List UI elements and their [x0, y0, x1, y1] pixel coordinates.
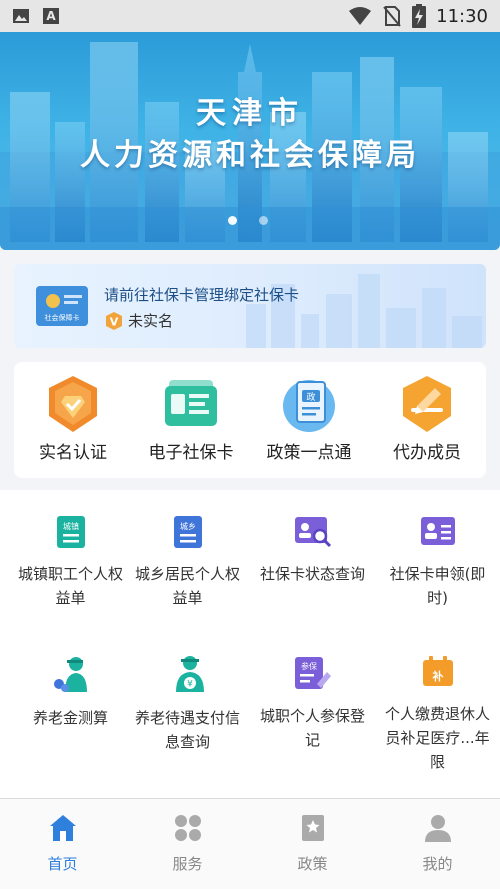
carousel-indicator[interactable] — [228, 216, 268, 225]
card-status-search-icon — [294, 517, 331, 548]
social-security-card-icon: 社会保障卡 — [36, 286, 88, 326]
svg-text:城镇: 城镇 — [63, 521, 79, 531]
banner-carousel[interactable]: 天津市 人力资源和社会保障局 — [0, 32, 500, 250]
svg-text:补: 补 — [431, 669, 443, 683]
service-label: 城镇职工个人权益单 — [17, 565, 123, 607]
tab-profile[interactable]: 我的 — [375, 813, 500, 874]
tab-label: 我的 — [422, 855, 453, 873]
services-icon — [174, 815, 201, 841]
quick-action-label: 政策一点通 — [266, 443, 352, 463]
bottom-tab-bar: 首页 服务 政策 我的 — [0, 798, 500, 889]
v-badge-icon: V — [106, 311, 122, 330]
verification-status: V 未实名 — [104, 310, 173, 331]
medical-supplement-icon: 补 — [422, 656, 453, 686]
banner-title-line2: 人力资源和社会保障局 — [80, 138, 420, 173]
proxy-edit-icon — [403, 376, 451, 432]
tab-label: 服务 — [172, 855, 203, 873]
service-label: 养老金测算 — [32, 709, 108, 727]
tab-label: 首页 — [47, 855, 78, 873]
banner-title-line1: 天津市 — [196, 96, 304, 131]
service-label: 个人缴费退休人员补足医疗...年限 — [384, 705, 490, 771]
quick-action-label: 代办成员 — [393, 443, 461, 463]
service-label: 社保卡状态查询 — [259, 565, 365, 583]
service-rural-statement[interactable]: 城乡 城乡居民个人权益单 — [125, 514, 250, 610]
service-label: 城职个人参保登记 — [259, 707, 365, 749]
verification-status-text: 未实名 — [128, 312, 174, 330]
urban-statement-icon: 城镇 — [56, 516, 85, 548]
bind-card-notice[interactable]: 社会保障卡 请前往社保卡管理绑定社保卡 V 未实名 — [14, 264, 486, 348]
service-urban-statement[interactable]: 城镇 城镇职工个人权益单 — [8, 514, 133, 610]
carousel-dot-2[interactable] — [259, 216, 268, 225]
svg-text:V: V — [110, 315, 119, 328]
card-label: 社会保障卡 — [45, 313, 80, 322]
svg-text:A: A — [46, 9, 56, 23]
service-pension-payment-query[interactable]: ¥ 养老待遇支付信息查询 — [125, 654, 250, 754]
verified-shield-icon — [49, 376, 97, 432]
svg-text:城乡: 城乡 — [180, 522, 196, 531]
clock: 11:30 — [436, 5, 488, 27]
svg-text:¥: ¥ — [187, 680, 193, 690]
service-label: 养老待遇支付信息查询 — [134, 709, 240, 751]
pension-payment-icon: ¥ — [175, 656, 204, 692]
service-medical-supplement[interactable]: 补 个人缴费退休人员补足医疗...年限 — [375, 654, 500, 774]
insurance-register-icon: 参保 — [294, 657, 331, 689]
rural-statement-icon: 城乡 — [173, 516, 202, 548]
profile-icon — [424, 815, 451, 842]
a-letter-icon: A — [43, 8, 59, 24]
tab-policy[interactable]: 政策 — [250, 813, 375, 874]
pension-calc-icon — [53, 657, 87, 692]
image-icon — [13, 9, 29, 23]
service-card-apply[interactable]: 社保卡申领(即时) — [375, 514, 500, 610]
card-apply-icon — [420, 517, 455, 545]
quick-action-label: 电子社保卡 — [148, 443, 234, 463]
quick-action-proxy-members[interactable]: 代办成员 — [368, 374, 486, 463]
service-insurance-register[interactable]: 参保 城职个人参保登记 — [250, 654, 375, 752]
quick-actions-panel: 实名认证 电子社保卡 政 政策一点通 代办成员 — [14, 362, 486, 478]
service-label: 城乡居民个人权益单 — [134, 565, 240, 607]
svg-text:政: 政 — [306, 391, 315, 403]
tab-services[interactable]: 服务 — [125, 813, 250, 874]
service-label: 社保卡申领(即时) — [389, 565, 486, 607]
quick-action-real-name[interactable]: 实名认证 — [14, 374, 132, 463]
tab-home[interactable]: 首页 — [0, 813, 125, 874]
skyline-watermark — [246, 274, 482, 348]
quick-action-policy[interactable]: 政 政策一点通 — [250, 374, 368, 463]
svg-text:参保: 参保 — [301, 661, 317, 671]
tab-label: 政策 — [297, 855, 328, 873]
status-bar: A 11:30 — [0, 0, 500, 32]
no-sim-icon — [383, 6, 401, 27]
service-grid: 城镇 城镇职工个人权益单 城乡 城乡居民个人权益单 社保卡状态查询 社保卡申领(… — [0, 490, 500, 800]
quick-action-label: 实名认证 — [39, 443, 107, 463]
carousel-dot-1[interactable] — [228, 216, 237, 225]
policy-icon — [301, 815, 324, 841]
quick-action-e-card[interactable]: 电子社保卡 — [132, 374, 250, 463]
wifi-icon — [349, 7, 372, 25]
home-icon — [49, 815, 76, 841]
e-card-icon — [165, 380, 217, 426]
policy-document-icon: 政 — [283, 380, 335, 432]
service-pension-calc[interactable]: 养老金测算 — [8, 654, 133, 730]
service-card-status-query[interactable]: 社保卡状态查询 — [250, 514, 375, 586]
bind-card-message: 请前往社保卡管理绑定社保卡 — [104, 286, 300, 304]
battery-charging-icon — [412, 4, 427, 28]
